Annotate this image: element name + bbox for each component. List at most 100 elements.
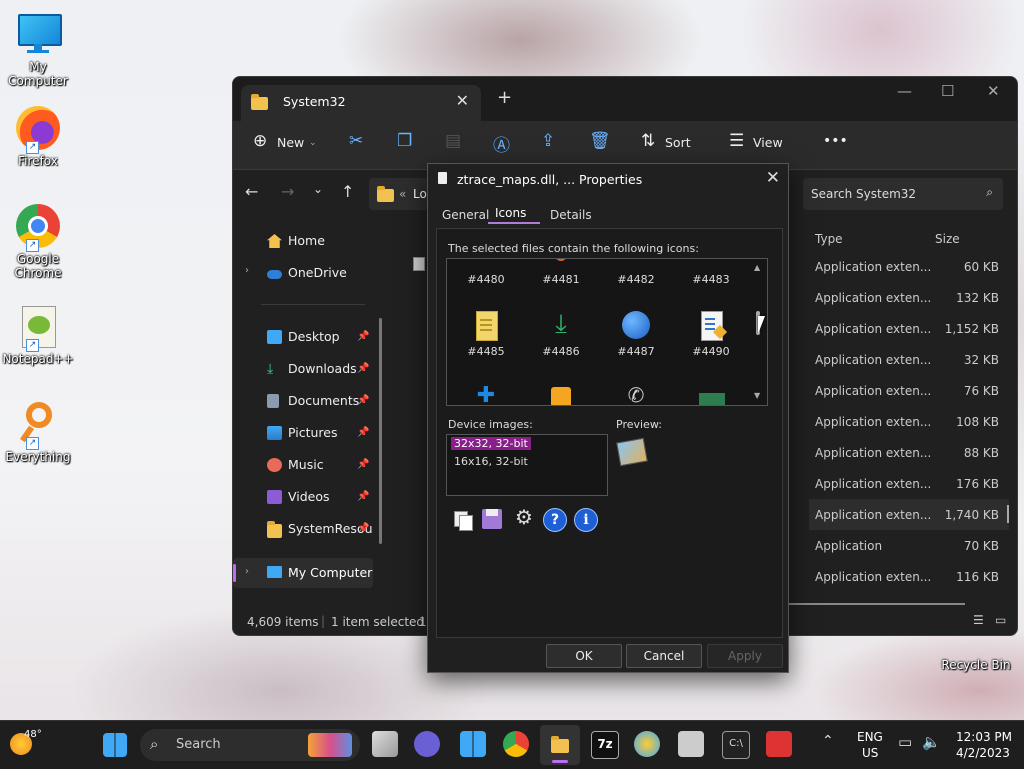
sort-icon[interactable]: ⇅ <box>641 131 655 151</box>
file-list-scrollbar[interactable] <box>1007 505 1009 523</box>
chevron-right-icon[interactable]: › <box>245 566 249 577</box>
desktop-icon-notepadpp[interactable]: ↗ Notepad++ <box>0 302 76 366</box>
table-row-selected[interactable]: Application exten... 1,740 KB <box>809 499 1009 530</box>
desktop-icon-firefox[interactable]: ↗ Firefox <box>0 104 76 168</box>
task-view-icon[interactable] <box>372 731 398 757</box>
recent-locations-icon[interactable]: ⌄ <box>313 182 323 196</box>
pin-icon[interactable]: 📌 <box>357 427 369 438</box>
icon-cell-4487[interactable]: #4487 <box>601 309 671 358</box>
tab-details[interactable]: Details <box>550 208 592 222</box>
icon-cell-accessibility[interactable]: ✚ <box>451 383 521 405</box>
nav-item-mycomputer[interactable]: › My Computer <box>233 558 373 588</box>
copy-icon[interactable]: ❐ <box>397 131 412 151</box>
search-input[interactable]: Search System32 <box>811 187 916 201</box>
sort-button[interactable]: Sort <box>665 135 691 150</box>
table-row[interactable]: Application exten... 1,152 KB <box>809 313 1009 344</box>
pin-icon[interactable]: 📌 <box>357 491 369 502</box>
table-row[interactable]: Application exten... 88 KB <box>809 437 1009 468</box>
device-image-selected[interactable]: 32x32, 32-bit <box>451 437 531 450</box>
save-icon[interactable] <box>480 507 504 531</box>
icon-cell-4490[interactable]: #4490 <box>676 309 746 358</box>
table-row[interactable]: Application 70 KB <box>809 530 1009 561</box>
explorer-taskbar-active[interactable] <box>540 725 580 765</box>
chat-icon[interactable] <box>414 731 440 757</box>
view-button[interactable]: View <box>753 135 783 150</box>
maximize-icon[interactable]: ☐ <box>941 82 954 100</box>
settings-icon[interactable]: ⚙ <box>512 505 536 531</box>
view-icon[interactable]: ☰ <box>729 131 744 151</box>
tab-icons[interactable]: Icons <box>495 206 526 220</box>
table-row[interactable]: Application exten... 32 KB <box>809 344 1009 375</box>
network-icon[interactable]: ▭ <box>898 733 912 751</box>
column-header-size[interactable]: Size <box>935 232 960 246</box>
region-code[interactable]: US <box>862 746 878 760</box>
icon-cell-4482[interactable]: #4482 <box>601 259 671 286</box>
pin-icon[interactable]: 📌 <box>357 459 369 470</box>
table-row[interactable]: Application exten... 108 KB <box>809 406 1009 437</box>
device-image-item[interactable]: 16x16, 32-bit <box>454 455 528 468</box>
back-icon[interactable]: ← <box>245 182 258 201</box>
start-icon[interactable] <box>103 733 127 757</box>
clock-time[interactable]: 12:03 PM <box>956 730 1012 744</box>
icon-cell-rss[interactable] <box>526 383 596 405</box>
more-options-button[interactable]: ••• <box>823 133 848 149</box>
taskbar-search[interactable]: ⌕ Search <box>140 729 360 761</box>
horizontal-scrollbar[interactable] <box>789 603 965 605</box>
icon-grid[interactable]: #4480 #4481 #4482 #4483 #4485 ⤓ #4486 #4… <box>446 258 768 406</box>
table-row[interactable]: Application exten... 132 KB <box>809 282 1009 313</box>
desktop-icon-everything[interactable]: ↗ Everything <box>0 400 76 464</box>
table-row[interactable]: Application exten... 60 KB <box>809 251 1009 282</box>
minimize-icon[interactable]: — <box>897 82 912 100</box>
pin-icon[interactable]: 📌 <box>357 523 369 534</box>
command-prompt-icon[interactable]: C:\ <box>722 731 750 759</box>
pin-icon[interactable]: 📌 <box>357 331 369 342</box>
copy-icon[interactable] <box>450 507 474 531</box>
desktop-icon-my-computer[interactable]: My Computer <box>0 10 76 88</box>
pin-icon[interactable]: 📌 <box>357 395 369 406</box>
info-icon[interactable]: i <box>573 507 598 532</box>
icon-cell-4481[interactable]: #4481 <box>526 259 596 286</box>
close-window-icon[interactable]: ✕ <box>987 82 1000 100</box>
forward-icon[interactable]: → <box>281 182 294 201</box>
volume-icon[interactable]: 🔈 <box>922 733 941 751</box>
icon-cell-4480[interactable]: #4480 <box>451 259 521 286</box>
chevron-right-icon[interactable]: › <box>245 265 249 276</box>
cancel-button[interactable]: Cancel <box>626 644 702 668</box>
delete-icon[interactable]: 🗑 <box>589 131 611 151</box>
new-icon[interactable]: ⊕ <box>253 131 267 151</box>
chrome-taskbar-icon[interactable] <box>503 731 529 757</box>
ok-button[interactable]: OK <box>546 644 622 668</box>
rename-icon[interactable]: Ⓐ <box>493 131 510 156</box>
icon-cell-4483[interactable]: #4483 <box>676 259 746 286</box>
icon-cell-4485[interactable]: #4485 <box>451 309 521 358</box>
clock-date[interactable]: 4/2/2023 <box>956 746 1010 760</box>
apply-button[interactable]: Apply <box>707 644 783 668</box>
chevron-up-icon[interactable]: ⌃ <box>822 733 834 749</box>
app-icon[interactable] <box>634 731 660 757</box>
cut-icon[interactable]: ✂ <box>349 131 363 151</box>
scroll-down-icon[interactable]: ▼ <box>754 391 760 400</box>
address-bar[interactable]: « Lo <box>369 178 429 210</box>
device-images-list[interactable]: 32x32, 32-bit 16x16, 32-bit <box>446 434 608 496</box>
scroll-up-icon[interactable]: ▲ <box>754 263 760 272</box>
widgets-icon[interactable] <box>460 731 486 757</box>
icon-cell-circuit[interactable] <box>676 383 746 405</box>
column-header-type[interactable]: Type <box>815 232 843 246</box>
7zip-icon[interactable]: 7z <box>591 731 619 759</box>
new-button[interactable]: New <box>277 135 304 150</box>
close-dialog-icon[interactable]: ✕ <box>766 168 780 188</box>
resource-monitor-icon[interactable] <box>678 731 704 757</box>
tiles-view-icon[interactable]: ▭ <box>995 613 1006 627</box>
pin-icon[interactable]: 📌 <box>357 363 369 374</box>
desktop-icon-chrome[interactable]: ↗ Google Chrome <box>0 202 76 280</box>
icon-cell-phone[interactable]: ✆ <box>601 383 671 405</box>
table-row[interactable]: Application exten... 76 KB <box>809 375 1009 406</box>
share-icon[interactable]: ⇪ <box>541 131 555 151</box>
nav-scrollbar[interactable] <box>379 318 382 544</box>
language-code[interactable]: ENG <box>857 730 883 744</box>
table-row[interactable]: Application exten... 176 KB <box>809 468 1009 499</box>
details-view-icon[interactable]: ☰ <box>973 613 984 627</box>
paste-icon[interactable]: ▤ <box>445 131 461 151</box>
close-tab-icon[interactable]: ✕ <box>456 91 469 110</box>
tab-general[interactable]: General <box>442 208 489 222</box>
